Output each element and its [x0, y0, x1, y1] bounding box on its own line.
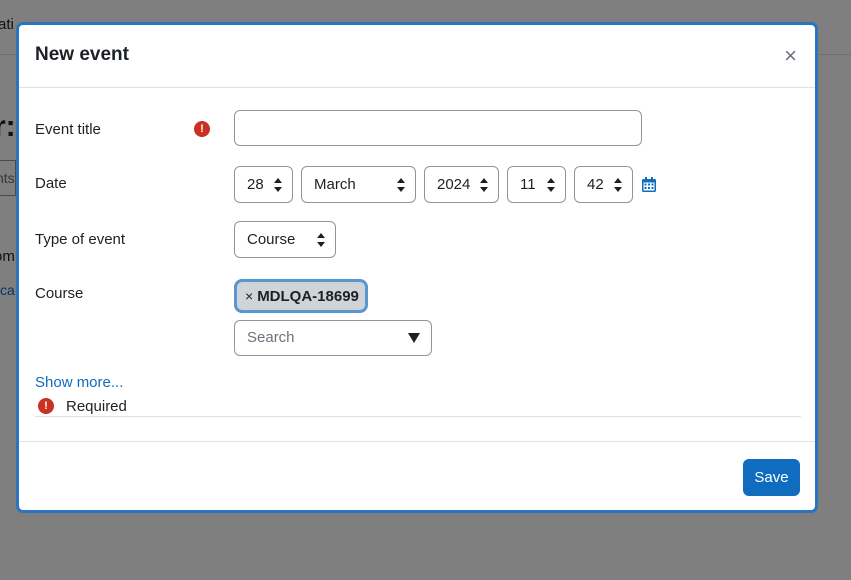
- new-event-modal: New event × Event title ! Date 28 March …: [16, 22, 818, 513]
- close-icon: ×: [784, 43, 797, 68]
- day-select-value: 28: [247, 176, 264, 193]
- calendar-icon[interactable]: [642, 177, 656, 192]
- selected-course-label: MDLQA-18699: [257, 288, 359, 305]
- selected-course-chip[interactable]: × MDLQA-18699: [234, 279, 368, 313]
- dropdown-arrow-icon[interactable]: [408, 333, 420, 343]
- event-title-input[interactable]: [234, 110, 642, 146]
- hour-select[interactable]: 11: [507, 166, 566, 203]
- hour-select-value: 11: [520, 176, 536, 193]
- close-button[interactable]: ×: [784, 45, 797, 67]
- required-legend-text: Required: [66, 398, 127, 415]
- day-select[interactable]: 28: [234, 166, 293, 203]
- select-arrows-icon: [480, 178, 488, 192]
- show-more-link[interactable]: Show more...: [35, 374, 123, 391]
- remove-chip-icon[interactable]: ×: [245, 288, 253, 304]
- type-of-event-label: Type of event: [35, 231, 126, 248]
- month-select[interactable]: March: [301, 166, 416, 203]
- month-select-value: March: [314, 176, 356, 193]
- course-search-placeholder: Search: [247, 329, 295, 346]
- minute-select[interactable]: 42: [574, 166, 633, 203]
- save-button[interactable]: Save: [743, 459, 800, 496]
- modal-title: New event: [35, 44, 129, 65]
- minute-select-value: 42: [587, 176, 604, 193]
- modal-footer: Save: [19, 441, 815, 510]
- type-of-event-value: Course: [247, 231, 296, 248]
- event-title-label: Event title: [35, 121, 101, 138]
- date-label: Date: [35, 175, 67, 192]
- modal-header: New event ×: [19, 25, 815, 88]
- course-search-input[interactable]: Search: [234, 320, 432, 356]
- select-arrows-icon: [317, 233, 325, 247]
- select-arrows-icon: [614, 178, 622, 192]
- year-select-value: 2024: [437, 176, 471, 193]
- form-divider: [35, 416, 801, 417]
- select-arrows-icon: [274, 178, 282, 192]
- select-arrows-icon: [547, 178, 555, 192]
- year-select[interactable]: 2024: [424, 166, 499, 203]
- type-of-event-select[interactable]: Course: [234, 221, 336, 258]
- required-legend-icon: !: [38, 398, 54, 414]
- course-label: Course: [35, 285, 84, 302]
- required-icon: !: [194, 121, 210, 137]
- select-arrows-icon: [397, 178, 405, 192]
